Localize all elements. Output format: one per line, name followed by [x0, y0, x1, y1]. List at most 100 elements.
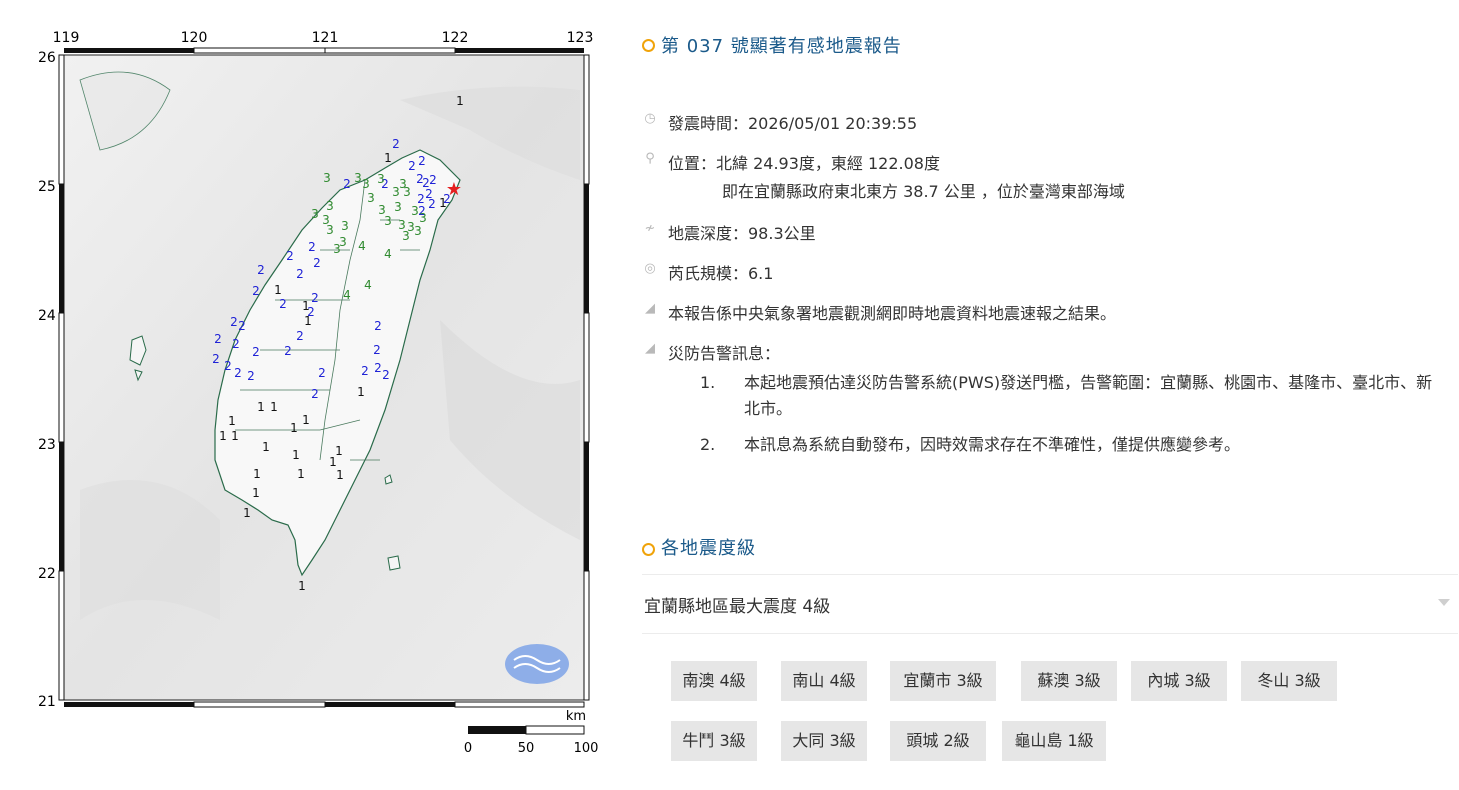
intensity-marker-2: 2: [230, 315, 238, 329]
lat-label-26: 26: [38, 50, 56, 66]
intensity-marker-2: 2: [313, 256, 321, 270]
intensity-marker-1: 1: [228, 414, 236, 428]
intensity-marker-2: 2: [429, 173, 437, 187]
wave-rings-icon: ◎: [644, 261, 656, 276]
intensity-marker-1: 1: [292, 448, 300, 462]
intensity-marker-2: 2: [296, 267, 304, 281]
intensity-marker-1: 1: [274, 283, 282, 297]
intensity-marker-2: 2: [286, 249, 294, 263]
clock-icon: ◷: [644, 111, 656, 126]
intensity-marker-3: 3: [419, 211, 427, 225]
intensity-marker-2: 2: [418, 154, 426, 168]
intensity-marker-1: 1: [336, 468, 344, 482]
intensity-marker-1: 1: [290, 421, 298, 435]
intensity-marker-2: 2: [311, 387, 319, 401]
warning-list: 1. 本起地震預估達災防告警系統(PWS)發送門檻，告警範圍：宜蘭縣、桃園市、基…: [700, 370, 1445, 462]
intensity-marker-2: 2: [212, 352, 220, 366]
intensity-marker-2: 2: [443, 192, 451, 206]
intensity-marker-4: 4: [358, 239, 366, 253]
intensity-marker-3: 3: [394, 200, 402, 214]
agency-logo: [505, 644, 569, 684]
intensity-marker-3: 3: [311, 207, 319, 221]
intensity-marker-2: 2: [382, 368, 390, 382]
intensity-marker-2: 2: [343, 177, 351, 191]
lon-label-120: 120: [181, 30, 208, 46]
intensity-marker-1: 1: [243, 506, 251, 520]
map-pin-icon: ⚲: [645, 151, 655, 166]
intensity-marker-3: 3: [392, 185, 400, 199]
intensity-marker-2: 2: [307, 305, 315, 319]
megaphone-icon: ◢: [645, 301, 655, 316]
intensity-marker-3: 3: [362, 177, 370, 191]
intensity-marker-3: 3: [367, 191, 375, 205]
intensity-marker-2: 2: [224, 359, 232, 373]
scale-tick-0: 0: [464, 741, 472, 756]
intensity-marker-2: 2: [374, 319, 382, 333]
chevron-down-icon[interactable]: [1438, 599, 1450, 606]
station-chip: 蘇澳 3級: [1021, 661, 1117, 701]
intensity-marker-4: 4: [364, 278, 372, 292]
intensity-marker-3: 3: [333, 242, 341, 256]
intensity-marker-2: 2: [279, 297, 287, 311]
intensity-marker-2: 2: [392, 137, 400, 151]
megaphone-icon: ◢: [645, 341, 655, 356]
intensity-marker-1: 1: [357, 385, 365, 399]
intensity-marker-1: 1: [231, 429, 239, 443]
intensity-section-title: 各地震度級: [642, 534, 756, 560]
scale-unit: km: [566, 709, 586, 724]
station-chip: 內城 3級: [1131, 661, 1227, 701]
intensity-marker-1: 1: [253, 467, 261, 481]
lat-label-22: 22: [38, 566, 56, 582]
intensity-marker-1: 1: [298, 579, 306, 593]
intensity-marker-1: 1: [384, 151, 392, 165]
intensity-marker-1: 1: [257, 400, 265, 414]
intensity-marker-3: 3: [384, 214, 392, 228]
warning-item: 1. 本起地震預估達災防告警系統(PWS)發送門檻，告警範圍：宜蘭縣、桃園市、基…: [700, 373, 1433, 418]
intensity-marker-3: 3: [323, 171, 331, 185]
intensity-marker-2: 2: [257, 263, 265, 277]
scale-bar-black: [468, 726, 526, 734]
intensity-marker-2: 2: [361, 364, 369, 378]
intensity-marker-3: 3: [326, 199, 334, 213]
intensity-marker-3: 3: [403, 185, 411, 199]
lon-label-122: 122: [442, 30, 469, 46]
lat-label-21: 21: [38, 694, 56, 710]
intensity-marker-2: 2: [311, 291, 319, 305]
intensity-marker-2: 2: [425, 187, 433, 201]
intensity-marker-3: 3: [354, 171, 362, 185]
intensity-marker-1: 1: [219, 429, 227, 443]
intensity-marker-3: 3: [411, 204, 419, 218]
circle-bullet-icon: [642, 38, 655, 52]
scale-tick-100: 100: [574, 741, 599, 756]
lon-label-121: 121: [312, 30, 339, 46]
intensity-marker-3: 3: [414, 224, 422, 238]
intensity-marker-1: 1: [456, 94, 464, 108]
intensity-marker-3: 3: [407, 220, 415, 234]
intensity-marker-2: 2: [238, 319, 246, 333]
intensity-marker-1: 1: [262, 440, 270, 454]
scale-bar-white: [525, 725, 585, 735]
intensity-map: ★ 119 120 121 122 123 26 25 24 23 22 21 …: [20, 20, 610, 765]
station-chip: 南澳 4級: [671, 661, 757, 701]
intensity-marker-1: 1: [335, 444, 343, 458]
intensity-marker-2: 2: [318, 366, 326, 380]
intensity-marker-2: 2: [308, 240, 316, 254]
warning-item: 2. 本訊息為系統自動發布，因時效需求存在不準確性，僅提供應變參考。: [700, 435, 1241, 454]
map-svg: ★ 119 120 121 122 123 26 25 24 23 22 21 …: [38, 30, 599, 756]
intensity-marker-3: 3: [326, 223, 334, 237]
region-collapse-header[interactable]: 宜蘭縣地區最大震度 4級: [642, 574, 1458, 634]
intensity-marker-4: 4: [343, 288, 351, 302]
intensity-marker-1: 1: [302, 413, 310, 427]
intensity-marker-2: 2: [232, 337, 240, 351]
lat-label-24: 24: [38, 308, 56, 324]
lon-label-119: 119: [53, 30, 80, 46]
intensity-marker-2: 2: [234, 366, 242, 380]
lat-label-25: 25: [38, 179, 56, 195]
intensity-marker-1: 1: [252, 486, 260, 500]
station-chip: 龜山島 1級: [1002, 721, 1106, 761]
station-chip: 南山 4級: [781, 661, 867, 701]
intensity-marker-4: 4: [384, 247, 392, 261]
lon-label-123: 123: [567, 30, 594, 46]
station-chip: 宜蘭市 3級: [890, 661, 996, 701]
station-chip: 大同 3級: [781, 721, 867, 761]
